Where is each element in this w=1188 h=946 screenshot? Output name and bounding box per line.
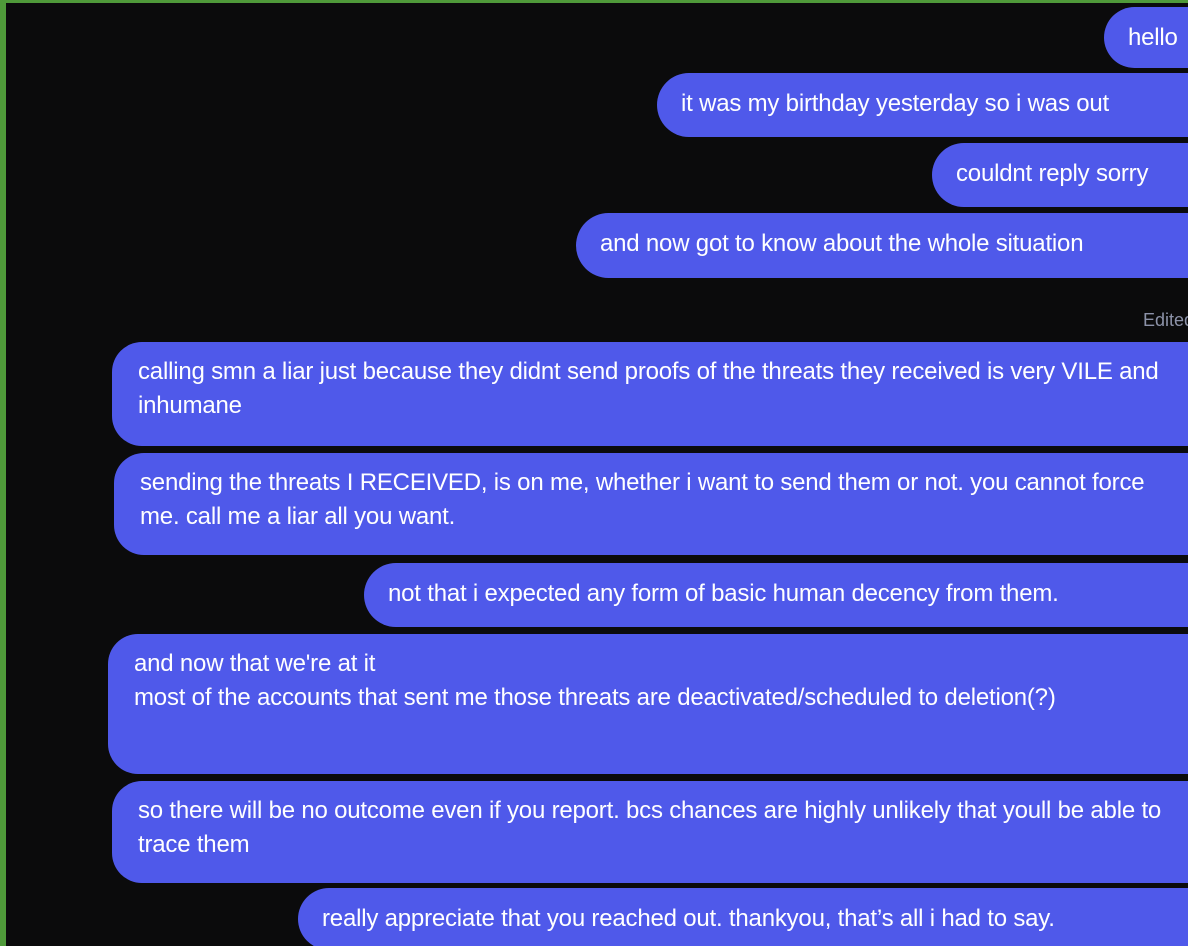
edited-label: Edited: [1142, 310, 1188, 330]
message-bubble: and now that we're at it most of the acc…: [108, 634, 1188, 774]
message-bubble: calling smn a liar just because they did…: [112, 342, 1188, 446]
message-bubble: really appreciate that you reached out. …: [298, 888, 1188, 946]
message-bubble: not that i expected any form of basic hu…: [364, 563, 1188, 627]
message-bubble: couldnt reply sorry: [932, 143, 1188, 207]
message-bubble: hello: [1104, 7, 1188, 68]
message-bubble: so there will be no outcome even if you …: [112, 781, 1188, 883]
message-thread: hello it was my birthday yesterday so i …: [6, 3, 1188, 946]
message-bubble: and now got to know about the whole situ…: [576, 213, 1188, 278]
chat-screenshot: hello it was my birthday yesterday so i …: [6, 3, 1188, 946]
message-bubble: sending the threats I RECEIVED, is on me…: [114, 453, 1188, 555]
message-bubble: it was my birthday yesterday so i was ou…: [657, 73, 1188, 137]
